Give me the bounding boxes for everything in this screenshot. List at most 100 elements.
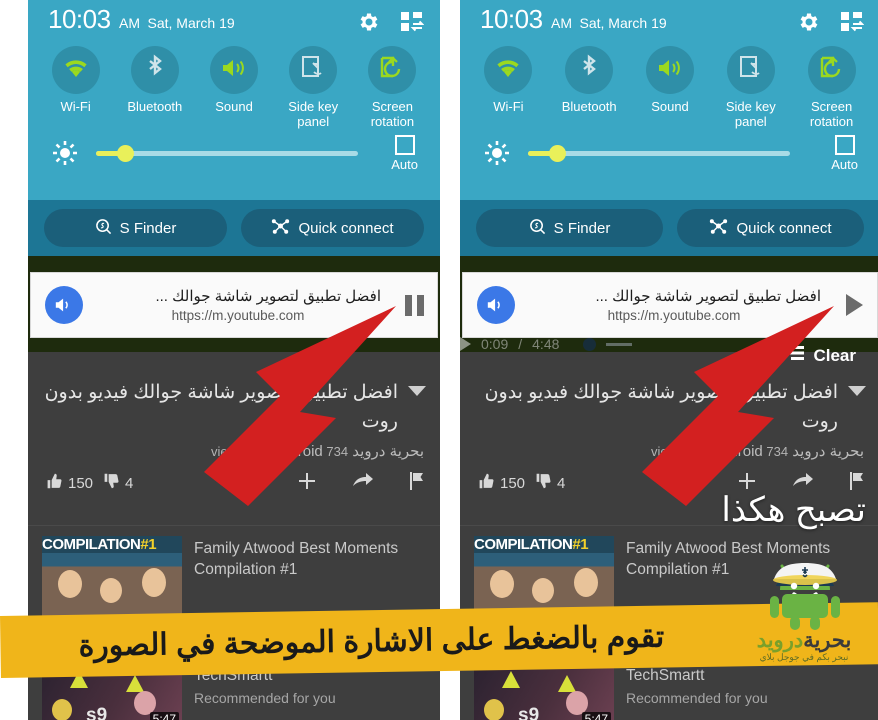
shade-bottom-row: S Finder Quick connect — [460, 200, 878, 256]
dislike-group[interactable]: 4 — [101, 472, 133, 494]
chevron-down-icon[interactable] — [848, 386, 866, 396]
media-notification-before[interactable]: افضل تطبيق لتصوير شاشة جوالك ... https:/… — [30, 272, 438, 338]
suggestion-title-line1: Family Atwood Best Moments — [194, 540, 399, 557]
toggle-bluetooth[interactable]: Bluetooth — [115, 46, 194, 129]
s-finder-label: S Finder — [119, 219, 177, 237]
quick-settings-panel: 10:03 AM Sat, March 19 Wi-Fi Bluetooth S… — [460, 0, 878, 200]
logo-name-part1: بحرية — [803, 629, 852, 652]
video-thumbnail: s9 5:47 — [474, 663, 614, 720]
brightness-slider[interactable] — [528, 145, 790, 162]
clear-notifications-button[interactable]: Clear — [784, 345, 856, 366]
screen-rotation-icon — [819, 55, 845, 86]
brightness-slider[interactable] — [96, 145, 358, 162]
video-duration: 5:47 — [581, 712, 611, 720]
notification-url: https://m.youtube.com — [171, 308, 305, 323]
quick-settings-grid-icon[interactable] — [400, 11, 425, 38]
status-bar-actions — [356, 10, 425, 39]
toggle-side-key-panel[interactable]: Side key panel — [710, 46, 791, 129]
toggle-sound[interactable]: Sound — [194, 46, 273, 129]
quick-connect-icon — [271, 217, 290, 239]
brightness-row: Auto — [460, 129, 878, 179]
video-thumbnail: COMPILATION#1 — [42, 536, 182, 616]
toggle-bluetooth[interactable]: Bluetooth — [549, 46, 630, 129]
quick-connect-button[interactable]: Quick connect — [677, 209, 864, 247]
toggle-wifi-label: Wi-Fi — [60, 99, 91, 114]
toggle-wifi[interactable]: Wi-Fi — [468, 46, 549, 129]
dislike-group[interactable]: 4 — [533, 472, 565, 494]
notification-title: افضل تطبيق لتصوير شاشة جوالك ... — [155, 288, 381, 305]
add-to-playlist-icon[interactable] — [296, 470, 318, 496]
suggestion-title-line2: Compilation #1 — [194, 561, 298, 578]
thumbnail-caption: COMPILATION#1 — [474, 536, 614, 553]
brightness-sun-icon — [52, 140, 78, 166]
toggle-bluetooth-label: Bluetooth — [127, 99, 183, 114]
s-finder-button[interactable]: S Finder — [44, 209, 227, 247]
toggle-wifi[interactable]: Wi-Fi — [36, 46, 115, 129]
video-action-row: 150 4 — [28, 460, 440, 496]
shade-bottom-row: S Finder Quick connect — [28, 200, 440, 256]
play-icon — [460, 337, 471, 351]
share-icon[interactable] — [352, 472, 374, 494]
clock-block: 10:03 AM Sat, March 19 — [48, 4, 235, 35]
toggle-sound-label: Sound — [651, 99, 689, 114]
like-count: 150 — [500, 474, 526, 492]
toggle-side-key-panel[interactable]: Side key panel — [274, 46, 353, 129]
quick-settings-grid-icon[interactable] — [840, 11, 865, 38]
channel-name-ar: بحرية درويد — [352, 443, 424, 460]
video-title: افضل تطبيق لتصوير شاشة جوالك فيديو بدون … — [484, 382, 838, 432]
toggle-sound-label: Sound — [215, 99, 253, 114]
pause-icon — [404, 294, 424, 316]
notification-play-button[interactable] — [831, 294, 877, 316]
brightness-slider-knob[interactable] — [116, 145, 134, 162]
quick-toggle-row: Wi-Fi Bluetooth Sound Side key panel Scr… — [460, 44, 878, 129]
video-meta-block: افضل تطبيق لتصوير شاشة جوالك فيديو بدون … — [460, 368, 878, 496]
gear-icon[interactable] — [356, 10, 380, 39]
like-group[interactable]: 150 — [44, 472, 93, 494]
flag-report-icon[interactable] — [408, 471, 424, 495]
thumbnail-caption: COMPILATION#1 — [42, 536, 182, 553]
auto-brightness-label: Auto — [831, 157, 858, 172]
thumbs-up-icon — [476, 472, 494, 494]
status-bar-actions — [796, 10, 865, 39]
screen-rotation-icon — [379, 55, 405, 86]
notification-title: افضل تطبيق لتصوير شاشة جوالك ... — [595, 288, 821, 305]
chevron-down-icon[interactable] — [408, 386, 426, 396]
s-finder-search-icon — [95, 218, 112, 239]
media-notification-after[interactable]: افضل تطبيق لتصوير شاشة جوالك ... https:/… — [462, 272, 878, 338]
toggle-wifi-label: Wi-Fi — [493, 99, 524, 114]
toggle-screen-rotation-label: Screen rotation — [370, 99, 415, 129]
overlay-annotation-text: تصبح هكذا — [721, 491, 866, 529]
bluetooth-icon — [144, 54, 166, 87]
play-icon — [845, 294, 863, 316]
auto-brightness-checkbox[interactable]: Auto — [391, 135, 418, 172]
thumbs-down-icon — [533, 472, 551, 494]
toggle-screen-rotation[interactable]: Screen rotation — [353, 46, 432, 129]
logo-name-part2: درويد — [756, 629, 804, 652]
brightness-row: Auto — [28, 129, 440, 179]
channel-sep: | — [247, 443, 252, 460]
like-group[interactable]: 150 — [476, 472, 525, 494]
clock-date: Sat, March 19 — [147, 15, 235, 31]
auto-brightness-checkbox[interactable]: Auto — [831, 135, 858, 172]
video-duration: 5:47 — [149, 712, 179, 720]
suggestion-title-line2: Recommended for you — [194, 690, 336, 706]
quick-connect-button[interactable]: Quick connect — [241, 209, 424, 247]
channel-name-en: Navydroid — [695, 443, 763, 460]
toggle-sound[interactable]: Sound — [630, 46, 711, 129]
sound-volume-icon — [656, 56, 684, 85]
toggle-screen-rotation[interactable]: Screen rotation — [791, 46, 872, 129]
toggle-bluetooth-label: Bluetooth — [561, 99, 617, 114]
suggestion-row[interactable]: COMPILATION#1 Family Atwood Best Moments… — [28, 528, 440, 616]
thumbs-up-icon — [44, 472, 62, 494]
brightness-sun-icon — [484, 140, 510, 166]
clock-ampm: AM — [551, 15, 573, 31]
brightness-slider-knob[interactable] — [548, 145, 566, 162]
quick-toggle-row: Wi-Fi Bluetooth Sound Side key panel Scr… — [28, 44, 440, 129]
quick-connect-label: Quick connect — [736, 219, 832, 237]
channel-name-ar: بحرية درويد — [792, 443, 864, 460]
s-finder-button[interactable]: S Finder — [476, 209, 663, 247]
notification-pause-button[interactable] — [391, 294, 437, 316]
s-finder-label: S Finder — [553, 219, 611, 237]
gear-icon[interactable] — [796, 10, 820, 39]
clear-all-icon — [784, 345, 806, 366]
